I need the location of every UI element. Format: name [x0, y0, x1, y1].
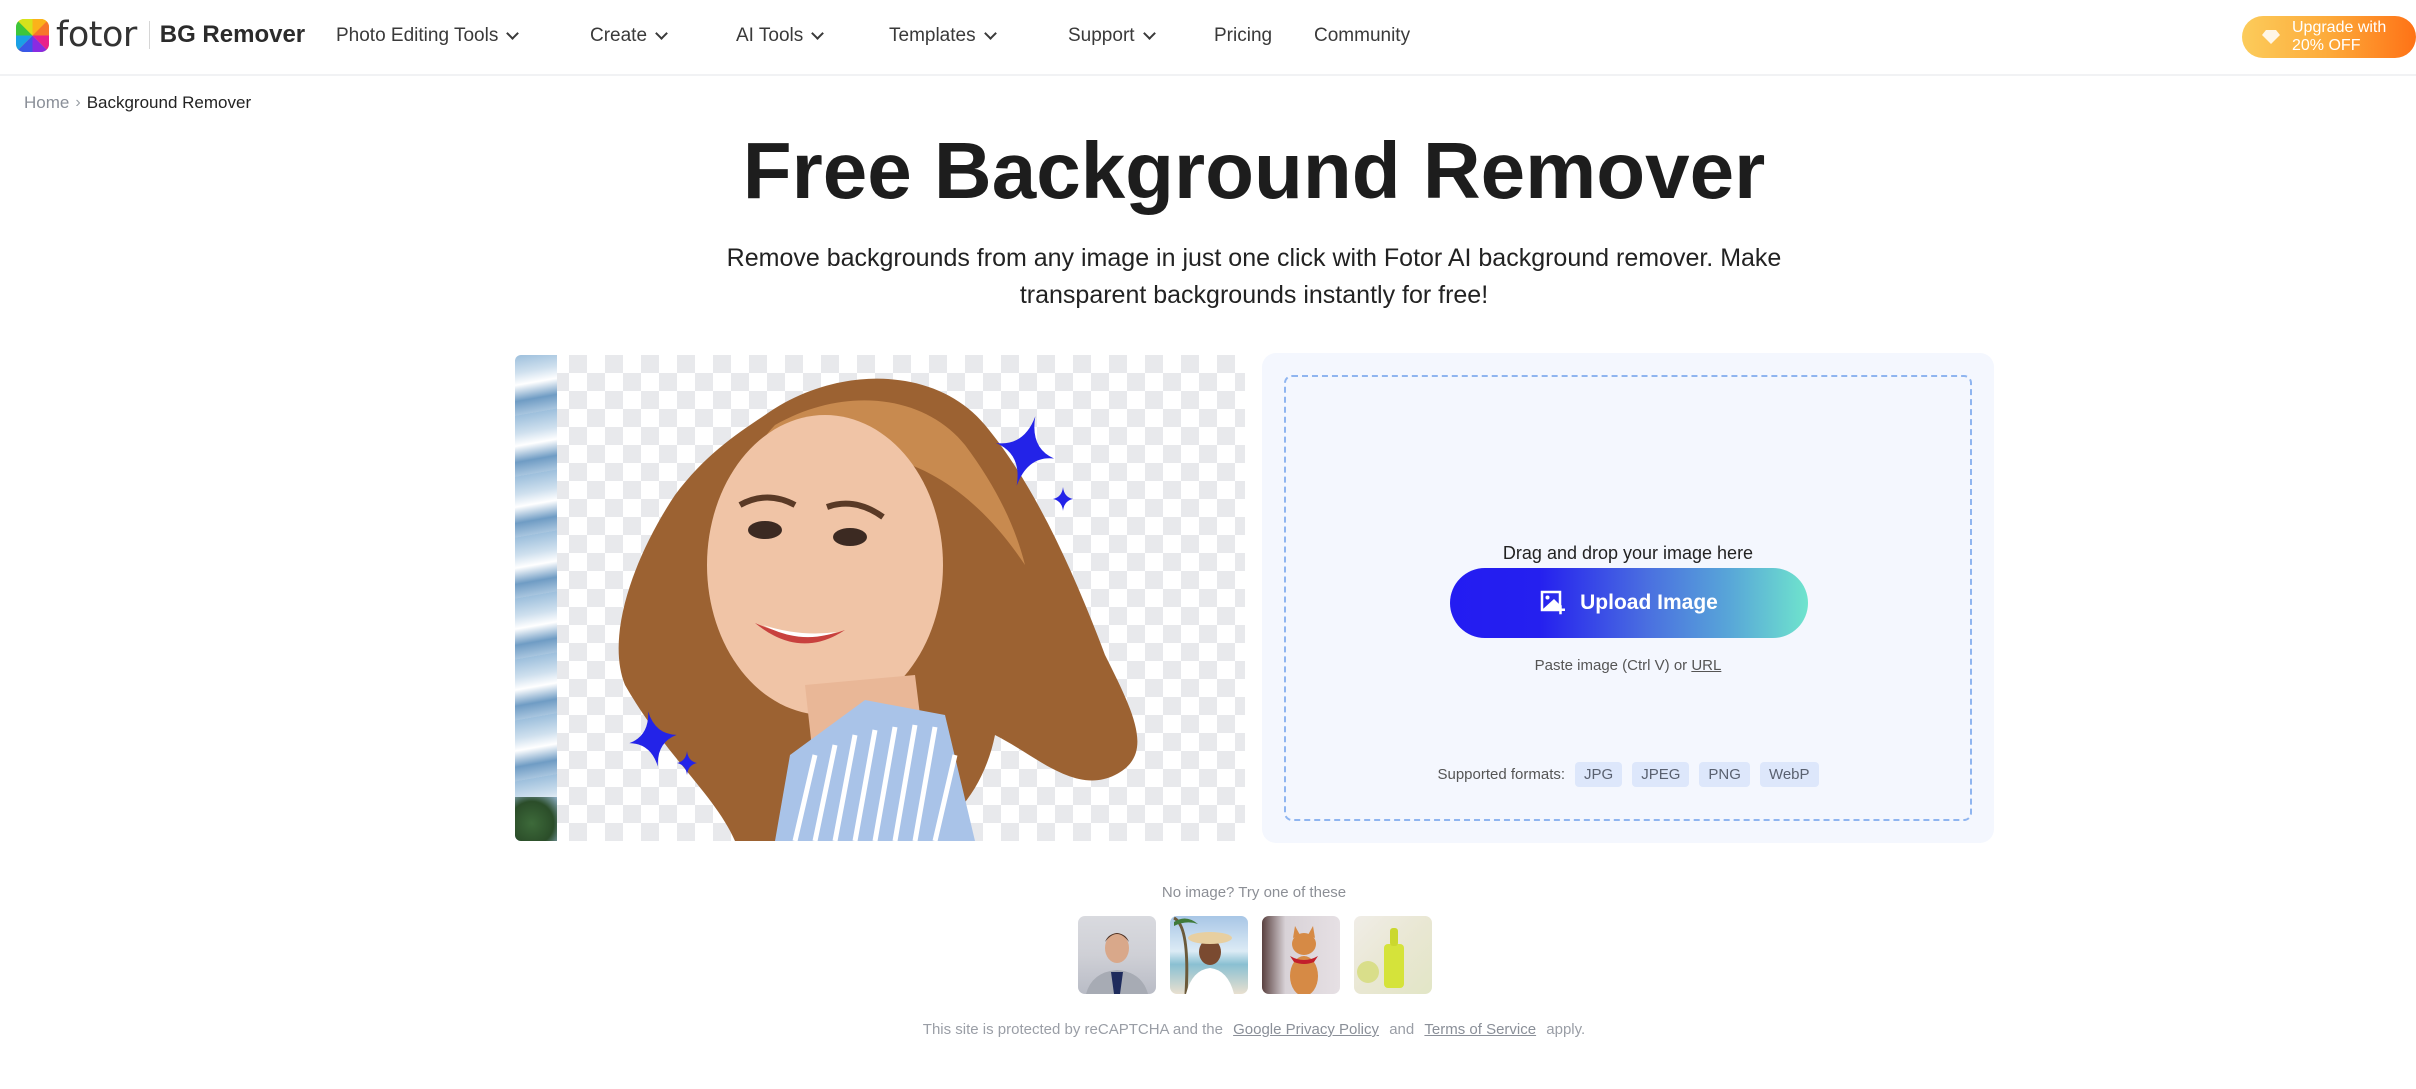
- nav-pricing[interactable]: Pricing: [1214, 0, 1272, 72]
- sample-images: [1078, 916, 1446, 994]
- paste-hint: Paste image (Ctrl V) or URL: [1286, 657, 1970, 674]
- nav-label: Community: [1314, 25, 1411, 46]
- nav-ai-tools[interactable]: AI Tools: [736, 0, 825, 72]
- diamond-icon: [2262, 30, 2280, 44]
- google-privacy-policy-link[interactable]: Google Privacy Policy: [1233, 1021, 1379, 1038]
- nav-label: Pricing: [1214, 25, 1273, 46]
- product-name: BG Remover: [159, 21, 306, 48]
- format-chip: WebP: [1759, 762, 1819, 787]
- upgrade-label: Upgrade with 20% OFF: [2292, 19, 2386, 55]
- chevron-down-icon: [506, 26, 520, 40]
- upload-image-button[interactable]: Upload Image: [1450, 568, 1808, 638]
- page-subtitle: Remove backgrounds from any image in jus…: [726, 244, 1782, 309]
- image-dropzone[interactable]: Drag and drop your image here Upload Ima…: [1284, 375, 1972, 821]
- nav-photo-editing-tools[interactable]: Photo Editing Tools: [336, 0, 520, 72]
- format-chip: PNG: [1699, 762, 1750, 787]
- nav-label: Support: [1068, 25, 1135, 46]
- upgrade-button[interactable]: Upgrade with 20% OFF: [2242, 16, 2416, 58]
- terms-of-service-link[interactable]: Terms of Service: [1424, 1021, 1536, 1038]
- nav-support[interactable]: Support: [1068, 0, 1156, 72]
- nav-community[interactable]: Community: [1314, 0, 1410, 72]
- format-chip: JPEG: [1632, 762, 1690, 787]
- breadcrumb-separator-icon: ›: [75, 94, 81, 111]
- page-title: Free Background Remover: [742, 126, 1766, 215]
- chevron-down-icon: [811, 26, 825, 40]
- nav-label: AI Tools: [736, 25, 804, 46]
- sample-image-cat[interactable]: [1262, 916, 1340, 994]
- chevron-down-icon: [655, 26, 668, 40]
- brand-name: fotor: [56, 15, 137, 55]
- recaptcha-prefix: This site is protected by reCAPTCHA and …: [922, 1021, 1223, 1038]
- nav-templates[interactable]: Templates: [889, 0, 997, 72]
- woman-cutout-illustration: [618, 378, 1138, 841]
- fotor-logo[interactable]: fotor BG Remover: [16, 17, 305, 53]
- upload-panel: Drag and drop your image here Upload Ima…: [1262, 353, 1994, 843]
- top-navigation-bar: fotor BG Remover Photo Editing Tools Cre…: [0, 0, 2416, 76]
- woman-beach-thumbnail: [1173, 916, 1234, 994]
- breadcrumb-current: Background Remover: [86, 93, 252, 112]
- nav-label: Create: [590, 25, 648, 46]
- recaptcha-suffix: apply.: [1546, 1021, 1586, 1038]
- left-eye: [748, 521, 782, 539]
- breadcrumb: Home › Background Remover: [24, 93, 251, 113]
- chevron-down-icon: [983, 26, 997, 40]
- nav-label: Photo Editing Tools: [336, 25, 499, 46]
- upgrade-line-2: 20% OFF: [2292, 37, 2361, 54]
- logo-divider: [148, 21, 150, 49]
- example-result-image: [515, 355, 1245, 841]
- bottle-thumbnail: [1357, 928, 1404, 988]
- right-eye: [833, 528, 867, 546]
- nav-create[interactable]: Create: [590, 0, 668, 72]
- face-shape: [707, 415, 943, 715]
- man-suit-thumbnail: [1086, 933, 1148, 994]
- add-image-icon: [1540, 590, 1566, 615]
- cat-thumbnail: [1290, 926, 1318, 994]
- samples-label: No image? Try one of these: [1161, 884, 1347, 901]
- sample-image-man-suit[interactable]: [1078, 916, 1156, 994]
- recaptcha-notice: This site is protected by reCAPTCHA and …: [0, 1021, 2416, 1038]
- upgrade-line-1: Upgrade with: [2292, 19, 2387, 36]
- sample-image-product-bottle[interactable]: [1354, 916, 1432, 994]
- chevron-down-icon: [1142, 26, 1156, 40]
- paste-hint-text: Paste image (Ctrl V) or: [1534, 657, 1688, 674]
- sparkle-small-top: [1053, 487, 1073, 511]
- breadcrumb-home[interactable]: Home: [24, 93, 69, 113]
- color-wheel-logo-icon: [16, 18, 49, 52]
- formats-label: Supported formats:: [1437, 766, 1566, 783]
- recaptcha-and: and: [1389, 1021, 1415, 1038]
- upload-button-label: Upload Image: [1580, 591, 1718, 614]
- supported-formats: Supported formats: JPG JPEG PNG WebP: [1286, 762, 1970, 787]
- url-link[interactable]: URL: [1691, 657, 1721, 674]
- drag-drop-text: Drag and drop your image here: [1502, 543, 1754, 563]
- sample-image-woman-beach[interactable]: [1170, 916, 1248, 994]
- format-chip: JPG: [1575, 762, 1623, 787]
- nav-label: Templates: [889, 25, 976, 46]
